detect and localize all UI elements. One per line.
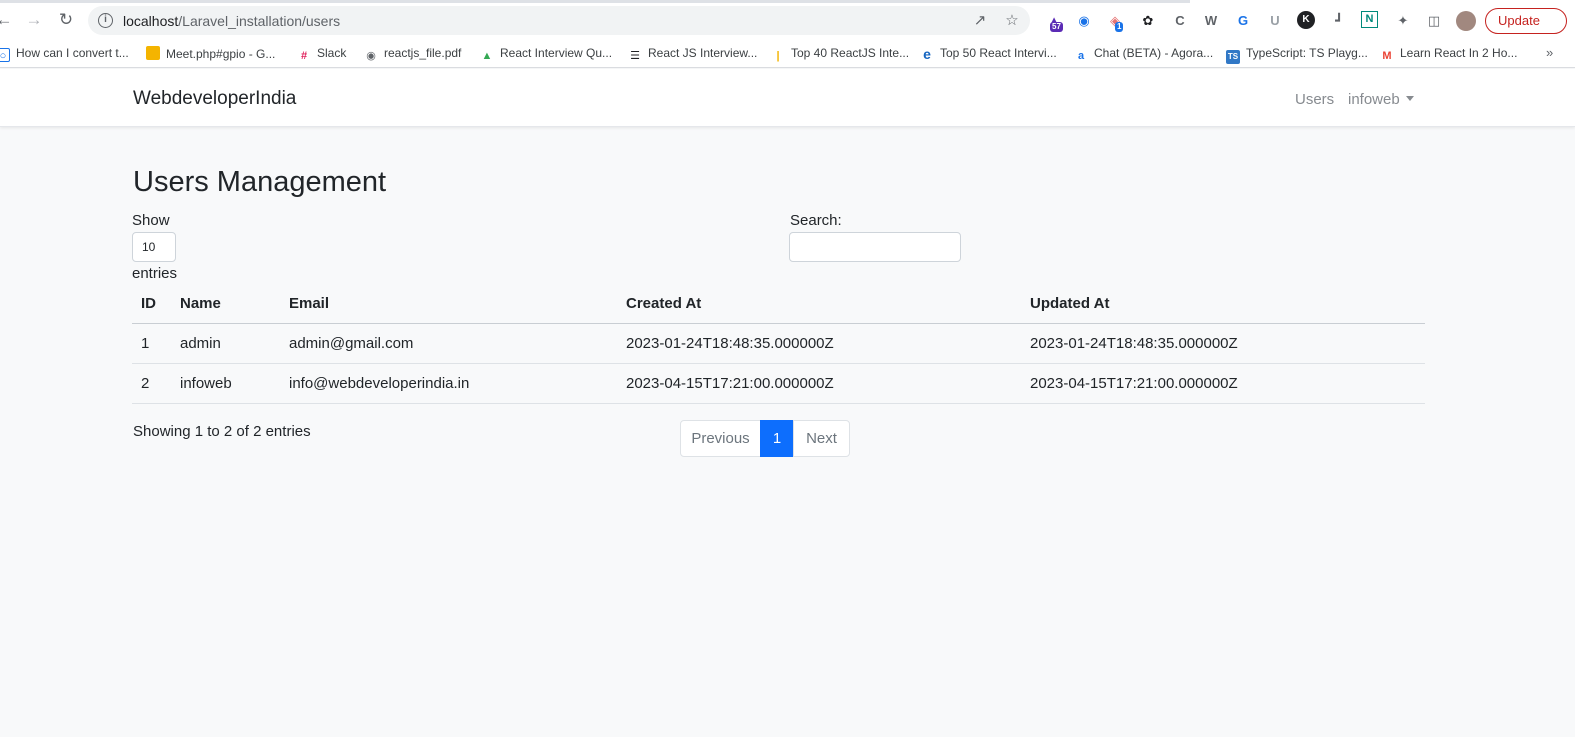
- site-info-icon[interactable]: i: [98, 13, 113, 28]
- cell-created-at: 2023-04-15T17:21:00.000000Z: [626, 375, 834, 392]
- profile-avatar[interactable]: [1456, 11, 1476, 31]
- cell-id: 2: [141, 375, 150, 392]
- extension-pin-icon[interactable]: ┛: [1329, 11, 1349, 31]
- search-input[interactable]: [789, 232, 961, 262]
- column-header-updated-at[interactable]: Updated At: [1030, 295, 1109, 312]
- site-navbar: WebdeveloperIndia Users infoweb: [0, 69, 1575, 127]
- nav-link-users[interactable]: Users: [1295, 91, 1334, 108]
- tab-strip-edge: [0, 0, 1190, 3]
- back-arrow-icon[interactable]: ←: [0, 10, 14, 30]
- extension-n-icon[interactable]: N: [1361, 11, 1378, 28]
- browser-toolbar: ← → ↻ i localhost/Laravel_installation/u…: [0, 0, 1575, 40]
- slides-icon: [146, 46, 160, 60]
- extension-cap-icon[interactable]: ▲ 57: [1044, 11, 1064, 32]
- extension-u-icon[interactable]: U: [1265, 11, 1285, 31]
- cell-email: admin@gmail.com: [289, 335, 414, 352]
- globe-icon: ◉: [366, 50, 376, 62]
- bookmark-item[interactable]: | Top 40 ReactJS Inte...: [771, 46, 909, 63]
- extensions-puzzle-icon[interactable]: ✦: [1393, 11, 1413, 31]
- extension-c-icon[interactable]: C: [1170, 11, 1190, 31]
- forward-arrow-icon[interactable]: →: [24, 10, 44, 30]
- cell-name: admin: [180, 335, 221, 352]
- reload-icon[interactable]: ↻: [56, 10, 76, 30]
- extension-wordpress-icon[interactable]: W: [1201, 11, 1221, 31]
- table-row: 1 admin admin@gmail.com 2023-01-24T18:48…: [132, 324, 1425, 364]
- slack-icon: #: [300, 50, 308, 62]
- table-info: Showing 1 to 2 of 2 entries: [133, 423, 311, 440]
- chart-icon: ▲: [481, 50, 493, 62]
- bookmark-item[interactable]: a Chat (BETA) - Agora...: [1074, 46, 1213, 63]
- extension-chatgpt-icon[interactable]: ✿: [1138, 11, 1158, 31]
- show-label: Show: [132, 212, 170, 229]
- previous-page-button[interactable]: Previous: [680, 420, 761, 457]
- cell-name: infoweb: [180, 375, 232, 392]
- share-icon[interactable]: ↗: [971, 12, 989, 30]
- site-brand[interactable]: WebdeveloperIndia: [133, 88, 296, 110]
- extension-g-icon[interactable]: G: [1233, 11, 1253, 31]
- typescript-icon: TS: [1226, 50, 1240, 64]
- column-header-id[interactable]: ID: [141, 295, 156, 312]
- chevron-more-icon[interactable]: »: [1546, 45, 1553, 60]
- user-menu-dropdown[interactable]: infoweb: [1348, 91, 1414, 108]
- bookmark-item[interactable]: # Slack: [297, 46, 346, 63]
- bookmark-item[interactable]: ◉ reactjs_file.pdf: [364, 46, 461, 63]
- bar-icon: |: [776, 50, 780, 62]
- agora-icon: a: [1077, 50, 1085, 62]
- bookmark-item[interactable]: ○ How can I convert t...: [0, 46, 129, 62]
- bookmark-star-icon[interactable]: ☆: [1003, 12, 1021, 30]
- page-1-button[interactable]: 1: [760, 420, 794, 457]
- next-page-button[interactable]: Next: [793, 420, 850, 457]
- column-header-created-at[interactable]: Created At: [626, 295, 701, 312]
- bookmarks-bar: ○ How can I convert t... Meet.php#gpio - …: [0, 40, 1575, 68]
- bookmark-item[interactable]: TS TypeScript: TS Playg...: [1226, 46, 1368, 64]
- cell-email: info@webdeveloperindia.in: [289, 375, 470, 392]
- cell-updated-at: 2023-01-24T18:48:35.000000Z: [1030, 335, 1238, 352]
- layers-icon: ☰: [630, 50, 640, 62]
- extension-nodes-icon[interactable]: ◈ 1: [1105, 11, 1125, 32]
- address-bar[interactable]: i localhost/Laravel_installation/users ↗…: [88, 6, 1030, 35]
- page-length-select[interactable]: 10: [132, 232, 176, 262]
- extension-screen-icon[interactable]: ◉: [1074, 11, 1094, 31]
- cell-created-at: 2023-01-24T18:48:35.000000Z: [626, 335, 834, 352]
- side-panel-icon[interactable]: ◫: [1424, 11, 1444, 31]
- search-label: Search:: [790, 212, 842, 229]
- page-icon: ○: [0, 48, 10, 62]
- bookmark-item[interactable]: ▲ React Interview Qu...: [480, 46, 613, 63]
- cell-updated-at: 2023-04-15T17:21:00.000000Z: [1030, 375, 1238, 392]
- bookmark-item[interactable]: e Top 50 React Intervi...: [920, 46, 1057, 61]
- e-icon: e: [923, 46, 931, 62]
- bookmark-item[interactable]: ☰ React JS Interview...: [628, 46, 757, 63]
- caret-down-icon: [1405, 96, 1414, 101]
- extension-k-icon[interactable]: K: [1297, 11, 1315, 29]
- table-header-row: ID Name Email Created At Updated At: [132, 285, 1425, 324]
- table-row: 2 infoweb info@webdeveloperindia.in 2023…: [132, 364, 1425, 404]
- column-header-email[interactable]: Email: [289, 295, 329, 312]
- page-title: Users Management: [133, 166, 387, 198]
- bookmark-item[interactable]: M Learn React In 2 Ho...: [1380, 46, 1517, 63]
- browser-update-button[interactable]: Update: [1485, 8, 1567, 34]
- column-header-name[interactable]: Name: [180, 295, 221, 312]
- gmail-icon: M: [1382, 50, 1392, 62]
- cell-id: 1: [141, 335, 150, 352]
- bookmark-item[interactable]: Meet.php#gpio - G...: [146, 46, 275, 61]
- entries-label: entries: [132, 265, 178, 282]
- address-url[interactable]: localhost/Laravel_installation/users: [123, 13, 340, 29]
